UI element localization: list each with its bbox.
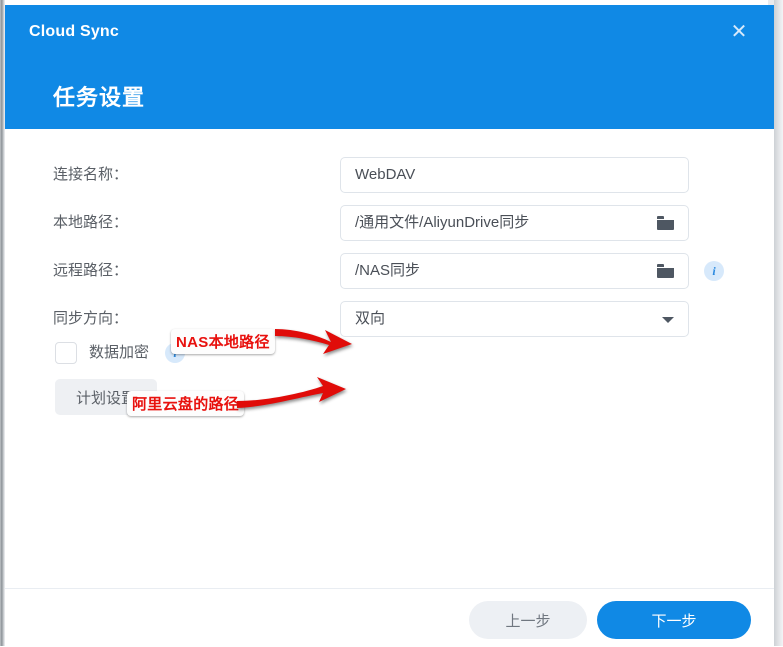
connection-name-field[interactable]: WebDAV: [340, 157, 689, 193]
remote-path-field[interactable]: /NAS同步: [340, 253, 689, 289]
cloud-sync-dialog: Cloud Sync ✕ 任务设置 连接名称： WebDAV 本地路径： /通用…: [0, 0, 783, 647]
local-path-value: /通用文件/AliyunDrive同步: [355, 214, 530, 231]
annotation-local-path-text: NAS本地路径: [171, 329, 275, 354]
form-row-sync-direction: 同步方向： 双向: [5, 301, 774, 337]
connection-name-value: WebDAV: [355, 166, 416, 183]
form-row-connection-name: 连接名称： WebDAV: [5, 157, 774, 193]
annotation-local-path-arrow: [275, 329, 352, 354]
annotation-remote-path-text: 阿里云盘的路径: [127, 391, 245, 416]
folder-icon[interactable]: [657, 216, 674, 230]
data-encryption-checkbox[interactable]: [55, 342, 77, 364]
close-icon[interactable]: ✕: [726, 19, 752, 45]
form-row-remote-path: 远程路径： /NAS同步 i: [5, 253, 774, 289]
local-path-field[interactable]: /通用文件/AliyunDrive同步: [340, 205, 689, 241]
annotation-remote-path-arrow: [237, 377, 346, 408]
next-step-button[interactable]: 下一步: [597, 601, 751, 639]
data-encryption-label: 数据加密: [89, 344, 150, 361]
previous-step-button[interactable]: 上一步: [469, 601, 587, 639]
encryption-row: 数据加密 i: [5, 339, 774, 367]
form-row-local-path: 本地路径： /通用文件/AliyunDrive同步: [5, 205, 774, 241]
dialog-header: Cloud Sync ✕ 任务设置: [5, 5, 774, 129]
sync-direction-value: 双向: [355, 310, 386, 327]
dialog-footer: 上一步 下一步: [5, 588, 774, 647]
window-right-edge: [774, 0, 783, 646]
sync-direction-label: 同步方向：: [53, 310, 129, 327]
remote-path-value: /NAS同步: [355, 262, 421, 279]
page-title: 任务设置: [53, 85, 146, 110]
folder-icon[interactable]: [657, 264, 674, 278]
dialog-body: 连接名称： WebDAV 本地路径： /通用文件/AliyunDrive同步 远…: [5, 129, 774, 588]
local-path-label: 本地路径：: [53, 214, 129, 231]
connection-name-label: 连接名称：: [53, 166, 129, 183]
remote-path-label: 远程路径：: [53, 262, 129, 279]
app-title: Cloud Sync: [29, 23, 120, 40]
info-icon[interactable]: i: [704, 261, 724, 281]
sync-direction-select[interactable]: 双向: [340, 301, 689, 337]
chevron-down-icon[interactable]: [662, 317, 674, 323]
